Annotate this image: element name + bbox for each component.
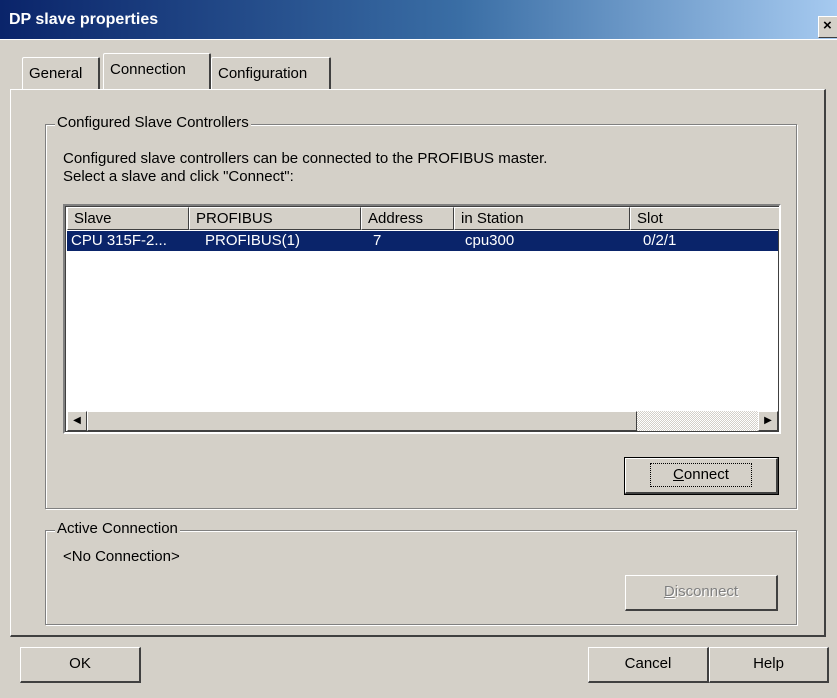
description-line-2: Select a slave and click "Connect": <box>63 168 294 185</box>
disconnect-label-rest: isconnect <box>674 583 739 600</box>
horizontal-scrollbar[interactable]: ◀ ▶ <box>67 411 778 431</box>
description-line-1: Configured slave controllers can be conn… <box>63 150 548 167</box>
tab-general[interactable]: General <box>22 57 100 91</box>
ok-button[interactable]: OK <box>20 647 141 683</box>
scroll-left-icon: ◀ <box>73 415 81 426</box>
column-header-slot[interactable]: Slot <box>630 207 779 230</box>
scroll-right-icon: ▶ <box>764 415 772 426</box>
disconnect-button[interactable]: Disconnect <box>625 575 778 611</box>
scrollbar-thumb[interactable] <box>87 411 637 431</box>
cell-address: 7 <box>373 232 382 249</box>
window-title: DP slave properties <box>9 11 159 28</box>
column-header-profibus[interactable]: PROFIBUS <box>189 207 361 230</box>
cell-profibus: PROFIBUS(1) <box>205 232 301 249</box>
tab-general-label: General <box>29 65 83 82</box>
title-bar: DP slave properties × <box>0 0 837 40</box>
connect-label-rest: onnect <box>683 466 729 483</box>
cell-slot: 0/2/1 <box>643 232 677 249</box>
list-header: Slave PROFIBUS Address in Station Slot <box>67 207 779 230</box>
active-connection-status: <No Connection> <box>63 548 180 565</box>
tab-configuration[interactable]: Configuration <box>211 57 331 91</box>
connect-button-label: Connect <box>650 463 752 487</box>
column-header-slave[interactable]: Slave <box>67 207 189 230</box>
tab-connection[interactable]: Connection <box>103 53 211 89</box>
active-connection-title: Active Connection <box>55 520 180 537</box>
ok-button-label: OK <box>69 655 91 672</box>
connect-button[interactable]: Connect <box>624 457 779 495</box>
column-header-address[interactable]: Address <box>361 207 454 230</box>
disconnect-accel: D <box>663 583 675 600</box>
help-button[interactable]: Help <box>709 647 829 683</box>
tab-configuration-label: Configuration <box>218 65 308 82</box>
close-button[interactable]: × <box>818 16 837 38</box>
tab-connection-label: Connection <box>110 61 186 78</box>
scroll-left-button[interactable]: ◀ <box>67 411 87 431</box>
cancel-button[interactable]: Cancel <box>588 647 709 683</box>
close-icon: × <box>823 17 832 34</box>
table-row[interactable]: CPU 315F-2... PROFIBUS(1) 7 cpu300 0/2/1 <box>67 231 778 251</box>
configured-slave-controllers-title: Configured Slave Controllers <box>55 114 251 131</box>
help-button-label: Help <box>753 655 784 672</box>
scroll-right-button[interactable]: ▶ <box>758 411 778 431</box>
slave-list-view[interactable]: Slave PROFIBUS Address in Station Slot C… <box>63 204 781 434</box>
cell-station: cpu300 <box>465 232 515 249</box>
connect-accel: C <box>673 466 684 483</box>
disconnect-button-label: Disconnect <box>664 583 738 600</box>
column-header-in-station[interactable]: in Station <box>454 207 630 230</box>
cancel-button-label: Cancel <box>624 655 672 672</box>
cell-slave: CPU 315F-2... <box>71 232 167 249</box>
